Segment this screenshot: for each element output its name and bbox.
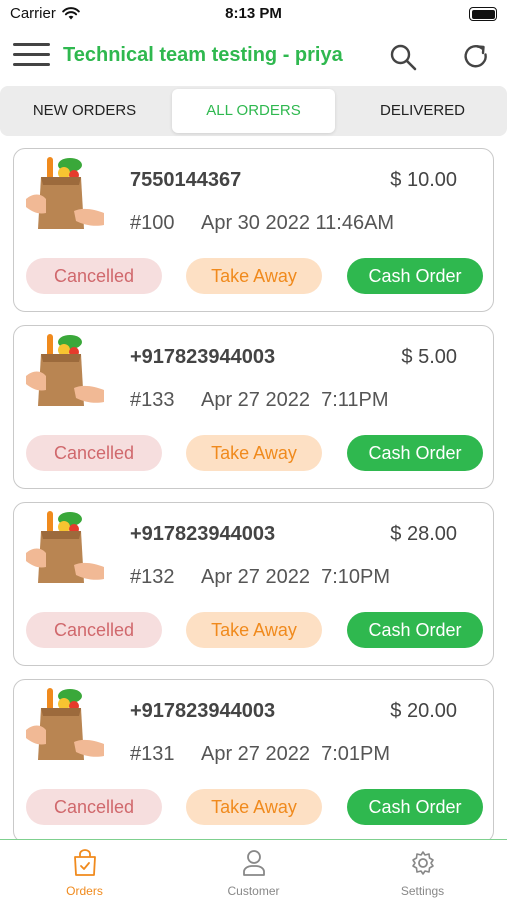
order-date: Apr 30 2022 11:46AM (201, 212, 395, 234)
order-card[interactable]: 7550144367 $ 10.00 #100 Apr 30 2022 11:4… (13, 148, 494, 312)
customer-phone: +917823944003 (130, 700, 276, 722)
customer-phone: 7550144367 (130, 169, 242, 191)
order-amount: $ 10.00 (390, 169, 457, 191)
grocery-bag-icon (26, 334, 104, 406)
order-id: #133 (130, 389, 175, 411)
tab-delivered[interactable]: DELIVERED (338, 89, 507, 133)
order-date: Apr 27 2022 7:11PM (201, 389, 389, 411)
nav-label-customer: Customer (227, 884, 280, 898)
order-card[interactable]: +917823944003 $ 5.00 #133 Apr 27 2022 7:… (13, 325, 494, 489)
grocery-bag-icon (26, 688, 104, 760)
cash-order-button[interactable]: Cash Order (347, 258, 483, 294)
tab-new-orders[interactable]: NEW ORDERS (0, 89, 169, 133)
customer-phone: +917823944003 (130, 346, 276, 368)
refresh-icon[interactable] (461, 42, 491, 72)
app-header: Technical team testing - priya (0, 30, 507, 82)
take-away-badge[interactable]: Take Away (186, 435, 322, 471)
nav-item-customer[interactable]: Customer (169, 840, 338, 900)
order-id: #100 (130, 212, 175, 234)
nav-label-settings: Settings (400, 884, 445, 898)
take-away-badge[interactable]: Take Away (186, 258, 322, 294)
cancelled-status-badge[interactable]: Cancelled (26, 612, 162, 648)
cancelled-status-badge[interactable]: Cancelled (26, 258, 162, 294)
bottom-nav: Orders Customer Settings (0, 839, 507, 900)
order-date: Apr 27 2022 7:10PM (201, 566, 391, 588)
orders-bag-icon (74, 849, 96, 876)
search-icon[interactable] (388, 42, 418, 72)
hamburger-menu-icon[interactable] (13, 43, 50, 69)
order-amount: $ 20.00 (390, 700, 457, 722)
nav-item-settings[interactable]: Settings (338, 840, 507, 900)
status-bar: Carrier 8:13 PM (0, 0, 507, 30)
cancelled-status-badge[interactable]: Cancelled (26, 435, 162, 471)
customer-phone: +917823944003 (130, 523, 276, 545)
customer-person-icon (243, 850, 265, 876)
grocery-bag-icon (26, 511, 104, 583)
cancelled-status-badge[interactable]: Cancelled (26, 789, 162, 825)
order-amount: $ 5.00 (401, 346, 457, 368)
page-title: Technical team testing - priya (63, 44, 343, 66)
settings-gear-icon (412, 851, 434, 875)
order-id: #132 (130, 566, 175, 588)
nav-item-orders[interactable]: Orders (0, 840, 169, 900)
order-date: Apr 27 2022 7:01PM (201, 743, 391, 765)
order-amount: $ 28.00 (390, 523, 457, 545)
tab-all-orders[interactable]: ALL ORDERS (172, 89, 335, 133)
order-card[interactable]: +917823944003 $ 28.00 #132 Apr 27 2022 7… (13, 502, 494, 666)
nav-label-orders: Orders (66, 884, 103, 898)
order-id: #131 (130, 743, 175, 765)
order-tabs: NEW ORDERS ALL ORDERS DELIVERED (0, 86, 507, 136)
battery-icon (469, 7, 497, 21)
order-card[interactable]: +917823944003 $ 20.00 #131 Apr 27 2022 7… (13, 679, 494, 843)
cash-order-button[interactable]: Cash Order (347, 789, 483, 825)
cash-order-button[interactable]: Cash Order (347, 612, 483, 648)
grocery-bag-icon (26, 157, 104, 229)
take-away-badge[interactable]: Take Away (186, 789, 322, 825)
take-away-badge[interactable]: Take Away (186, 612, 322, 648)
status-time: 8:13 PM (225, 5, 282, 22)
cash-order-button[interactable]: Cash Order (347, 435, 483, 471)
